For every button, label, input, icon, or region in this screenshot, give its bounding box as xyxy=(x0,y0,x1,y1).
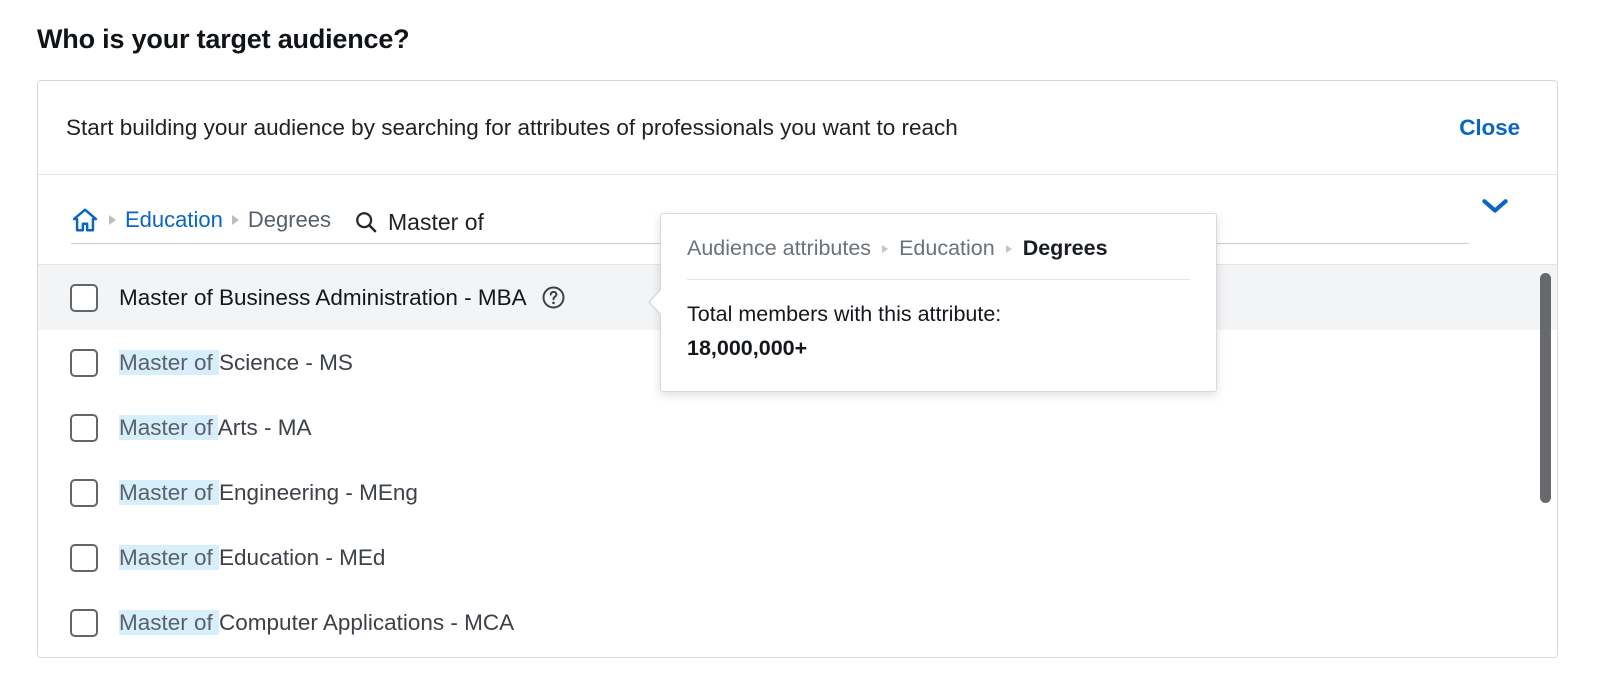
list-item-match: Master of xyxy=(119,350,219,375)
panel-header: Start building your audience by searchin… xyxy=(38,81,1557,175)
tooltip-crumb-education: Education xyxy=(899,236,995,261)
row-checkbox[interactable] xyxy=(70,414,98,442)
list-item-match: Master of xyxy=(119,610,219,635)
search-icon xyxy=(353,209,379,235)
tooltip-crumb-degrees: Degrees xyxy=(1023,236,1108,261)
list-item-match: Master of xyxy=(119,545,219,570)
tooltip-crumb-audience-attributes: Audience attributes xyxy=(687,236,871,261)
list-item-label: Master of Education - MEd xyxy=(119,545,385,571)
panel-header-text: Start building your audience by searchin… xyxy=(66,115,958,141)
chevron-down-icon[interactable] xyxy=(1479,195,1511,217)
tooltip-separator-2 xyxy=(1006,245,1012,253)
scrollbar-thumb[interactable] xyxy=(1540,273,1551,503)
list-item[interactable]: Master of Education - MEd xyxy=(38,525,1557,590)
home-icon[interactable] xyxy=(70,206,100,234)
row-checkbox[interactable] xyxy=(70,544,98,572)
audience-builder-screen: Who is your target audience? Start build… xyxy=(0,0,1600,695)
tooltip-separator-1 xyxy=(882,245,888,253)
row-checkbox[interactable] xyxy=(70,349,98,377)
help-circle-icon[interactable] xyxy=(541,285,566,310)
list-item-rest: Engineering - MEng xyxy=(219,480,418,505)
list-item-label: Master of Business Administration - MBA xyxy=(119,285,527,311)
page-title: Who is your target audience? xyxy=(37,24,409,55)
list-item-rest: Computer Applications - MCA xyxy=(219,610,514,635)
breadcrumb-item-education[interactable]: Education xyxy=(125,207,223,233)
breadcrumb-separator-1 xyxy=(109,215,116,225)
list-item-label: Master of Arts - MA xyxy=(119,415,312,441)
list-item[interactable]: Master of Engineering - MEng xyxy=(38,460,1557,525)
close-button[interactable]: Close xyxy=(1453,111,1526,145)
row-checkbox[interactable] xyxy=(70,609,98,637)
list-item-label: Master of Science - MS xyxy=(119,350,353,376)
list-item-rest: Master of Business Administration - MBA xyxy=(119,285,527,310)
list-item-label: Master of Engineering - MEng xyxy=(119,480,418,506)
breadcrumb-item-degrees[interactable]: Degrees xyxy=(248,207,331,233)
row-checkbox[interactable] xyxy=(70,284,98,312)
list-item[interactable]: Master of Arts - MA xyxy=(38,395,1557,460)
list-item[interactable]: Master of Computer Applications - MCA xyxy=(38,590,1557,655)
list-item-label: Master of Computer Applications - MCA xyxy=(119,610,514,636)
list-item-match: Master of xyxy=(119,480,219,505)
attribute-tooltip: Audience attributes Education Degrees To… xyxy=(660,213,1217,392)
tooltip-total-members-value: 18,000,000+ xyxy=(687,331,1190,365)
list-scrollbar[interactable] xyxy=(1539,265,1551,657)
tooltip-body: Total members with this attribute: 18,00… xyxy=(687,280,1190,365)
list-item-match: Master of xyxy=(119,415,218,440)
breadcrumb-separator-2 xyxy=(232,215,239,225)
row-checkbox[interactable] xyxy=(70,479,98,507)
list-item-rest: Arts - MA xyxy=(218,415,312,440)
tooltip-breadcrumb: Audience attributes Education Degrees xyxy=(687,236,1190,280)
list-item-rest: Education - MEd xyxy=(219,545,385,570)
list-item-rest: Science - MS xyxy=(219,350,353,375)
tooltip-total-members-label: Total members with this attribute: xyxy=(687,297,1190,331)
